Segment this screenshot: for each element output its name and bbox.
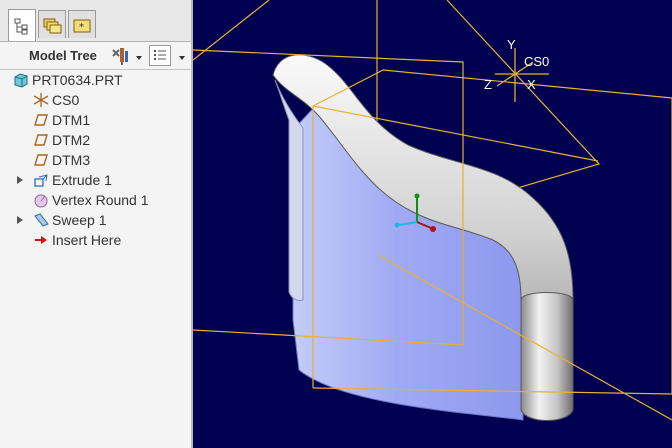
settings-tools-button[interactable] [110,46,130,66]
datum-plane-icon [34,114,48,126]
model-graphics: Y X Z CS0 [193,0,672,421]
tree-item-label: PRT0634.PRT [32,72,123,88]
sweep-icon [34,213,49,227]
svg-text:*: * [79,22,84,33]
graphics-viewport[interactable]: Y X Z CS0 [193,0,672,448]
tree-item-label: Vertex Round 1 [52,192,149,208]
datum-plane-icon [34,154,48,166]
tree-item-dtm2[interactable]: DTM2 [0,130,191,150]
tree-item-root[interactable]: PRT0634.PRT [0,70,191,90]
tree-tab[interactable] [8,9,36,41]
show-list-icon [154,50,166,60]
chevron-down-icon [179,56,185,60]
show-dropdown-arrow[interactable] [177,50,187,60]
folder-browser-tab[interactable] [38,10,66,38]
show-list-button[interactable] [149,45,171,66]
tree-item-label: DTM2 [52,132,91,148]
tree-item-vertex-round-1[interactable]: Vertex Round 1 [0,190,191,210]
tree-structure-icon [14,18,28,34]
csys-name-label: CS0 [524,54,549,69]
csys-y-label: Y [507,37,516,52]
model-tree-title: Model Tree [29,48,97,63]
favorites-folder-icon: * [73,19,91,33]
sweep-tube-leg [520,292,574,421]
tree-item-label: DTM1 [52,112,91,128]
csys-z-label: Z [484,77,492,92]
tree-item-label: Insert Here [52,232,122,248]
tree-item-sweep-1[interactable]: Sweep 1 [0,210,191,230]
datum-plane-icon [34,134,48,146]
model-tree-panel: * Model Tree PRT0634.PRT CS0 DTM1 DTM2 D… [0,0,193,448]
settings-dropdown-arrow[interactable] [134,50,144,60]
tree-item-insert-here[interactable]: Insert Here [0,230,191,250]
tree-item-extrude-1[interactable]: Extrude 1 [0,170,191,190]
chevron-down-icon [136,56,142,60]
extrude-edge[interactable] [274,79,304,301]
coordinate-system-icon [33,93,49,107]
tree-item-label: CS0 [52,92,80,108]
part-icon [14,73,28,88]
tree-item-label: DTM3 [52,152,91,168]
favorites-tab[interactable]: * [68,10,96,38]
extrude-icon [34,174,48,187]
navigator-tab-strip: * [0,0,191,42]
folders-icon [43,18,62,33]
expand-arrow-icon[interactable] [17,216,23,224]
tree-item-dtm1[interactable]: DTM1 [0,110,191,130]
vertex-round-icon [34,194,48,208]
tree-item-dtm3[interactable]: DTM3 [0,150,191,170]
tools-icon [112,48,128,65]
tree-item-cs0[interactable]: CS0 [0,90,191,110]
csys-cs0[interactable]: Y X Z CS0 [484,37,549,102]
tree-item-label: Sweep 1 [52,212,107,228]
tree-item-label: Extrude 1 [52,172,112,188]
expand-arrow-icon[interactable] [17,176,23,184]
model-tree-toolbar: Model Tree [0,42,191,70]
csys-x-label: X [527,77,536,92]
insert-arrow-icon [35,236,47,244]
